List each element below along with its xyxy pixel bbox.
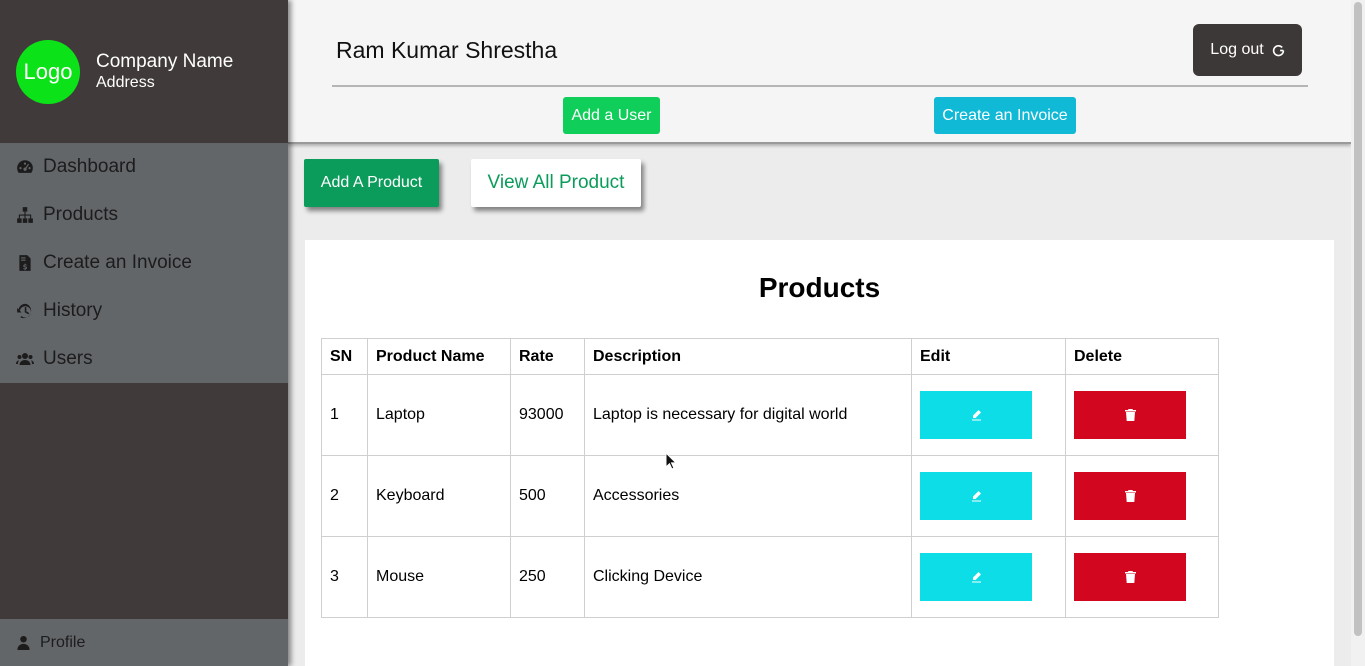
cell-edit: [911, 536, 1066, 618]
header-divider: [332, 85, 1308, 87]
column-header-delete: Delete: [1065, 338, 1219, 375]
cell-sn: 2: [321, 455, 368, 537]
table-row: 3 Mouse 250 Clicking Device: [321, 536, 1219, 618]
user-icon: [17, 635, 30, 650]
create-invoice-button[interactable]: Create an Invoice: [934, 97, 1076, 134]
cell-rate: 500: [510, 455, 585, 537]
sitemap-icon: [17, 207, 33, 223]
users-icon: [16, 353, 34, 365]
cell-description: Clicking Device: [584, 536, 912, 618]
cell-rate: 250: [510, 536, 585, 618]
profile-label: Profile: [40, 633, 86, 651]
add-user-button[interactable]: Add a User: [563, 97, 660, 134]
sidebar-item-users[interactable]: Users: [0, 335, 288, 383]
brand-text: Company Name Address: [96, 51, 233, 93]
cell-edit: [911, 455, 1066, 537]
table-row: 1 Laptop 93000 Laptop is necessary for d…: [321, 374, 1219, 456]
cell-sn: 3: [321, 536, 368, 618]
sidebar-item-label: Products: [43, 204, 118, 225]
cell-edit: [911, 374, 1066, 456]
pencil-icon: [971, 491, 981, 502]
logo: Logo: [16, 39, 80, 104]
company-address: Address: [96, 73, 155, 91]
view-all-product-button[interactable]: View All Product: [471, 159, 641, 207]
vertical-scrollbar[interactable]: [1351, 0, 1365, 666]
delete-button[interactable]: [1074, 472, 1186, 520]
sidebar-item-dashboard[interactable]: Dashboard: [0, 143, 288, 191]
column-header-sn: SN: [321, 338, 368, 375]
edit-button[interactable]: [920, 391, 1032, 439]
top-header: Ram Kumar Shrestha Log out Add a User Cr…: [288, 0, 1351, 144]
add-product-button[interactable]: Add A Product: [304, 159, 439, 207]
delete-button[interactable]: [1074, 391, 1186, 439]
trash-icon: [1124, 571, 1136, 583]
column-header-product-name: Product Name: [367, 338, 511, 375]
edit-button[interactable]: [920, 553, 1032, 601]
sidebar-item-create-invoice[interactable]: Create an Invoice: [0, 239, 288, 287]
dashboard-icon: [17, 160, 33, 173]
trash-icon: [1124, 490, 1136, 502]
sidebar-item-label: Users: [43, 348, 93, 369]
table-header-row: SN Product Name Rate Description Edit De…: [321, 338, 1219, 375]
cell-product-name: Keyboard: [367, 455, 511, 537]
sidebar-item-products[interactable]: Products: [0, 191, 288, 239]
scrollbar-thumb[interactable]: [1354, 2, 1362, 636]
delete-button[interactable]: [1074, 553, 1186, 601]
cell-product-name: Mouse: [367, 536, 511, 618]
trash-icon: [1124, 409, 1136, 421]
cell-product-name: Laptop: [367, 374, 511, 456]
cell-delete: [1065, 455, 1219, 537]
edit-button[interactable]: [920, 472, 1032, 520]
table-row: 2 Keyboard 500 Accessories: [321, 455, 1219, 537]
sidebar-item-label: Create an Invoice: [43, 252, 192, 273]
brand: Logo Company Name Address: [0, 0, 288, 143]
cell-sn: 1: [321, 374, 368, 456]
user-name: Ram Kumar Shrestha: [336, 37, 558, 63]
logout-icon: [1272, 44, 1284, 56]
company-name: Company Name: [96, 50, 234, 72]
column-header-rate: Rate: [510, 338, 585, 375]
file-invoice-icon: [19, 255, 31, 271]
products-table: SN Product Name Rate Description Edit De…: [321, 338, 1219, 618]
column-header-description: Description: [584, 338, 912, 375]
cell-description: Accessories: [584, 455, 912, 537]
history-icon: [17, 303, 32, 319]
sidebar-item-label: Dashboard: [43, 156, 136, 177]
cell-delete: [1065, 374, 1219, 456]
products-panel: Products SN Product Name Rate Descriptio…: [305, 240, 1334, 666]
cell-delete: [1065, 536, 1219, 618]
cell-rate: 93000: [510, 374, 585, 456]
products-title: Products: [758, 272, 881, 303]
cell-description: Laptop is necessary for digital world: [584, 374, 912, 456]
pencil-icon: [971, 572, 981, 583]
logout-label: Log out: [1210, 41, 1264, 58]
pencil-icon: [971, 410, 981, 421]
sidebar-item-history[interactable]: History: [0, 287, 288, 335]
mouse-cursor-icon: [665, 452, 677, 470]
sidebar-item-label: History: [43, 300, 103, 321]
column-header-edit: Edit: [911, 338, 1066, 375]
sidebar-nav: Dashboard Products Create an Invoice His…: [0, 143, 288, 383]
logout-button[interactable]: Log out: [1193, 24, 1302, 76]
profile-link[interactable]: Profile: [0, 619, 288, 666]
sidebar: Logo Company Name Address Dashboard Prod…: [0, 0, 288, 666]
